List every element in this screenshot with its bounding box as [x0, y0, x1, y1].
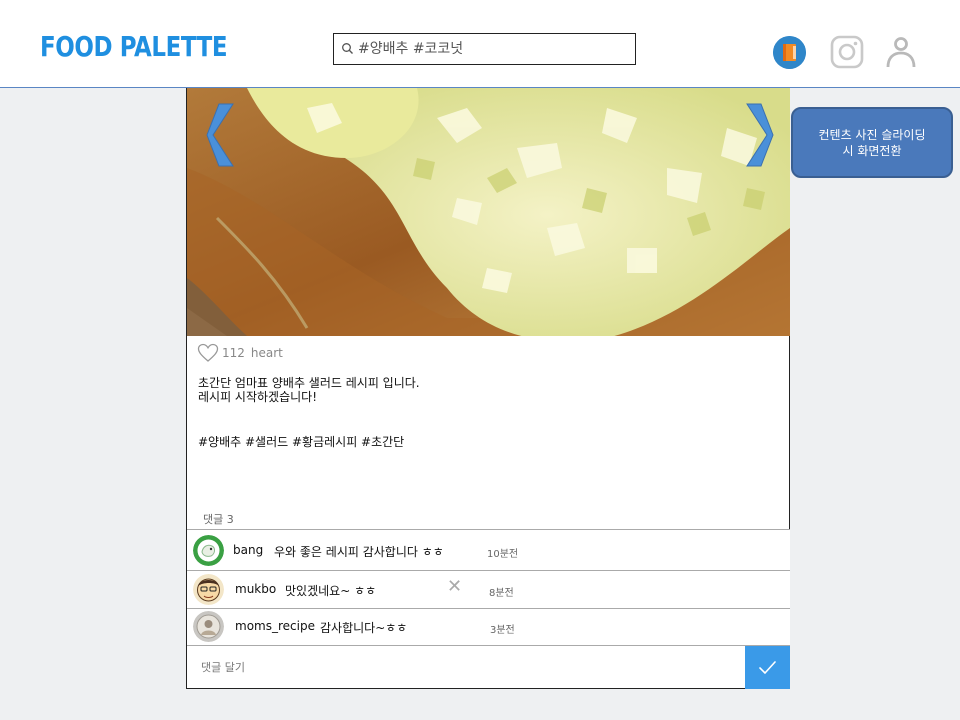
post-caption: 초간단 엄마표 양배추 샐러드 레시피 입니다. 레시피 시작하겠습니다! [198, 376, 420, 404]
comment-row: mukbo 맛있겠네요~ ㅎㅎ ✕ 8분전 [187, 570, 790, 608]
comment-user[interactable]: mukbo [235, 582, 276, 596]
caption-line: 레시피 시작하겠습니다! [198, 390, 318, 404]
note-line: 시 화면전환 [842, 143, 902, 158]
likes-row: 112 heart [197, 342, 289, 364]
avatar[interactable] [193, 574, 224, 605]
search-icon [342, 43, 353, 54]
user-icon[interactable] [884, 35, 918, 69]
book-icon[interactable] [773, 36, 806, 69]
chevron-right-icon[interactable] [745, 102, 775, 168]
header: FOOD PALETTE [0, 0, 960, 88]
comment-text: 감사합니다~ㅎㅎ [320, 621, 408, 635]
search-bar[interactable] [333, 33, 636, 65]
comment-user[interactable]: moms_recipe [235, 619, 315, 633]
comment-row: bang 우와 좋은 레시피 감사합니다 ㅎㅎ 10분전 [187, 529, 790, 570]
comment-user[interactable]: bang [233, 543, 263, 557]
comment-time: 8분전 [489, 588, 514, 599]
search-input[interactable] [358, 34, 630, 64]
post-card: 112 heart 초간단 엄마표 양배추 샐러드 레시피 입니다. 레시피 시… [186, 88, 790, 689]
note-line: 컨텐츠 사진 슬라이딩 [818, 127, 926, 142]
avatar[interactable] [193, 535, 224, 566]
comment-time: 3분전 [490, 625, 515, 636]
hashtags[interactable]: #양배추 #샐러드 #황금레시피 #초간단 [198, 433, 404, 450]
comment-count: 댓글 3 [203, 513, 234, 526]
comment-row: moms_recipe 감사합니다~ㅎㅎ 3분전 [187, 608, 790, 645]
comment-text: 맛있겠네요~ ㅎㅎ [285, 584, 377, 598]
submit-comment-button[interactable] [745, 646, 790, 689]
comment-text: 우와 좋은 레시피 감사합니다 ㅎㅎ [274, 545, 444, 559]
annotation-note: 컨텐츠 사진 슬라이딩 시 화면전환 [791, 107, 953, 178]
post-photo[interactable] [187, 88, 790, 336]
chevron-left-icon[interactable] [205, 102, 235, 168]
comment-input-row [187, 645, 790, 689]
logo[interactable]: FOOD PALETTE [40, 30, 228, 63]
likes-count: 112 [222, 346, 245, 360]
avatar[interactable] [193, 611, 224, 642]
heart-icon[interactable] [197, 343, 219, 363]
likes-label: heart [250, 346, 283, 360]
check-icon [759, 661, 776, 674]
comment-input[interactable] [187, 646, 745, 688]
close-icon[interactable]: ✕ [447, 578, 462, 596]
comment-time: 10분전 [487, 549, 519, 560]
caption-line: 초간단 엄마표 양배추 샐러드 레시피 입니다. [198, 376, 420, 390]
instagram-icon[interactable] [830, 35, 864, 69]
